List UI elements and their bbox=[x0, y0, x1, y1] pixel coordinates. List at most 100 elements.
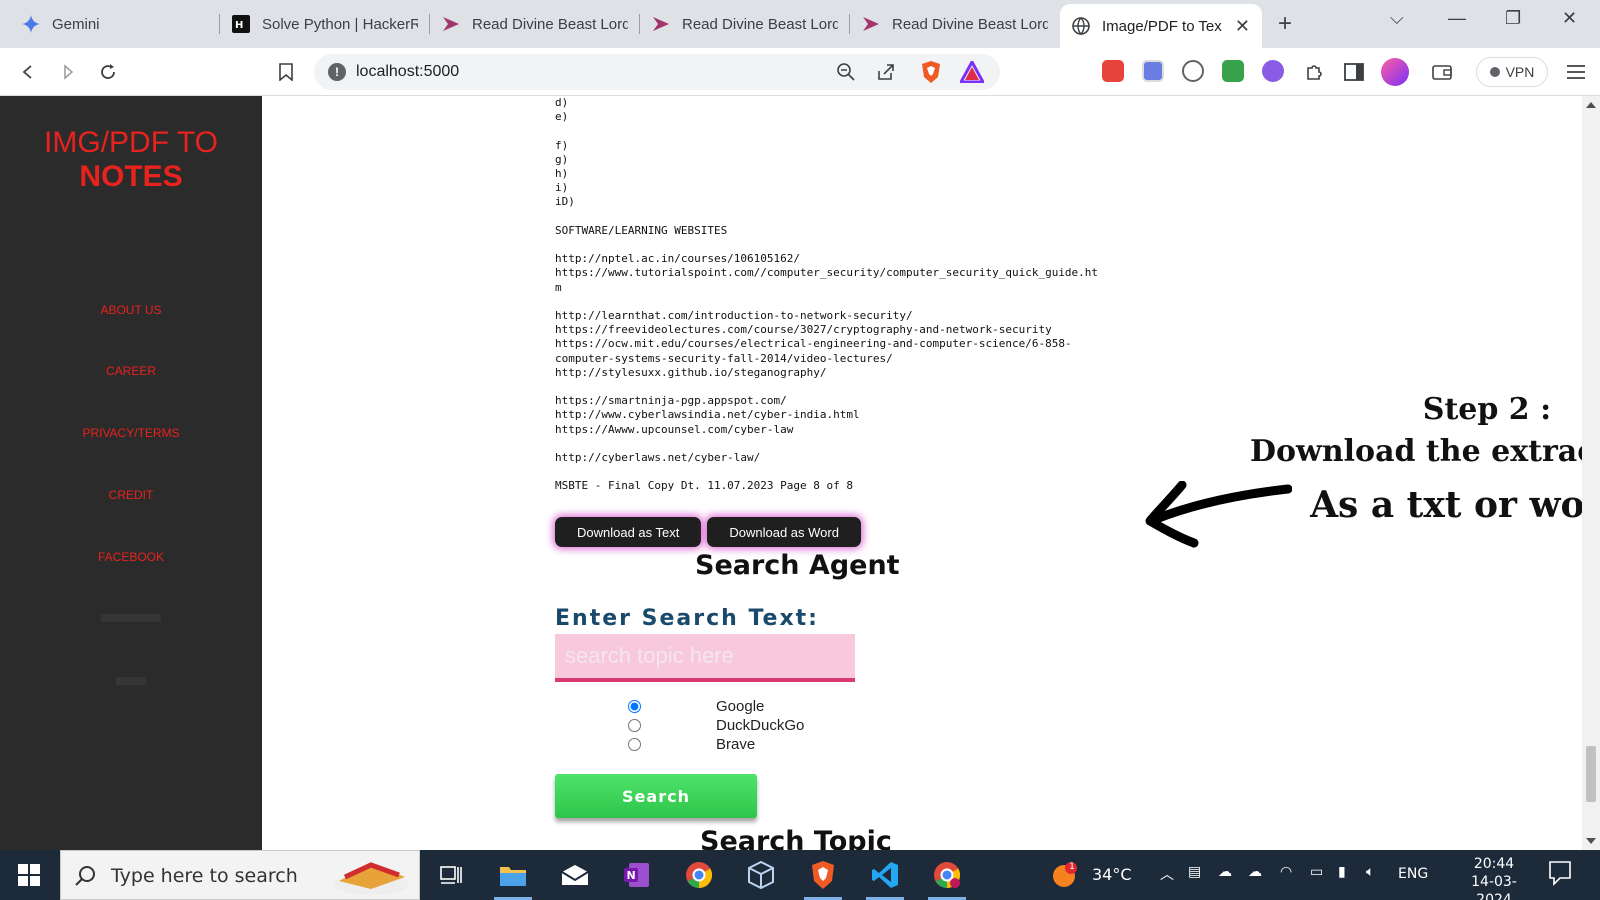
brand-line-1: IMG/PDF TO bbox=[44, 126, 218, 159]
extension-cloud-icon[interactable] bbox=[1182, 60, 1204, 82]
onedrive-cloud-icon[interactable]: ☁ bbox=[1218, 864, 1232, 880]
bookmark-button[interactable] bbox=[274, 60, 298, 84]
scroll-thumb[interactable] bbox=[1586, 746, 1596, 802]
search-agent-title: Search Agent bbox=[695, 550, 900, 581]
search-button[interactable]: Search bbox=[555, 774, 757, 818]
site-info-icon[interactable]: ! bbox=[328, 63, 346, 81]
weather-badge: 1 bbox=[1069, 862, 1075, 872]
download-buttons: Download as Text Download as Word bbox=[555, 517, 861, 547]
volume-icon[interactable]: 🔈︎ bbox=[1366, 864, 1374, 880]
sidebar-toggle-icon[interactable] bbox=[1342, 60, 1366, 84]
address-bar[interactable]: ! localhost:5000 bbox=[314, 54, 1000, 90]
engine-label: Google bbox=[716, 698, 765, 715]
bookmark-wing-icon bbox=[652, 15, 670, 33]
extension-green-icon[interactable] bbox=[1222, 60, 1244, 82]
tab-divine-beast-3[interactable]: Read Divine Beast Lord bbox=[850, 4, 1060, 44]
forward-button[interactable] bbox=[56, 60, 80, 84]
chrome-icon[interactable] bbox=[684, 860, 714, 890]
annotation-instruction: Download the extracted text bbox=[1250, 434, 1582, 469]
close-tab-icon[interactable]: ✕ bbox=[1235, 16, 1250, 37]
tab-label: Read Divine Beast Lord bbox=[682, 15, 838, 33]
nav-privacy-terms[interactable]: PRIVACY/TERMS bbox=[0, 426, 262, 440]
clock-time: 20:44 bbox=[1473, 856, 1515, 872]
tab-hackerrank[interactable]: H Solve Python | HackerR bbox=[220, 4, 430, 44]
tab-image-pdf-to-text[interactable]: Image/PDF to Tex ✕ bbox=[1060, 4, 1262, 48]
tab-divine-beast-2[interactable]: Read Divine Beast Lord bbox=[640, 4, 850, 44]
engine-option-brave[interactable]: Brave bbox=[628, 736, 755, 753]
engine-radio-brave[interactable] bbox=[628, 738, 641, 751]
engine-radio-duckduckgo[interactable] bbox=[628, 719, 641, 732]
brave-rewards-icon[interactable] bbox=[958, 58, 986, 88]
taskbar-search-box[interactable]: Type here to search bbox=[60, 850, 420, 900]
vscode-icon[interactable] bbox=[866, 860, 904, 900]
tray-app-icon[interactable]: ▤ bbox=[1188, 864, 1201, 880]
hackerrank-icon: H bbox=[232, 15, 250, 33]
engine-label: DuckDuckGo bbox=[716, 717, 805, 734]
engine-option-google[interactable]: Google bbox=[628, 698, 764, 715]
zoom-icon[interactable] bbox=[836, 62, 856, 87]
tab-label: Image/PDF to Tex bbox=[1102, 17, 1222, 35]
download-as-word-button[interactable]: Download as Word bbox=[707, 517, 861, 547]
nav-facebook[interactable]: FACEBOOK bbox=[0, 550, 262, 564]
page-scrollbar[interactable] bbox=[1582, 96, 1600, 850]
extension-red-icon[interactable] bbox=[1102, 60, 1124, 82]
battery-icon[interactable]: ▮ bbox=[1338, 864, 1346, 880]
notifications-icon[interactable] bbox=[1548, 860, 1572, 890]
site-logo[interactable]: IMG/PDF TO NOTES bbox=[0, 126, 262, 194]
extensions-puzzle-icon[interactable] bbox=[1302, 60, 1326, 84]
wifi-icon[interactable]: ◠ bbox=[1280, 864, 1292, 880]
chrome-profile-icon[interactable] bbox=[928, 860, 966, 900]
share-icon[interactable] bbox=[876, 62, 896, 87]
nav-hidden-link[interactable] bbox=[0, 674, 262, 686]
wallet-icon[interactable] bbox=[1430, 60, 1454, 84]
main-content: d) e) f) g) h) i) iD) SOFTWARE/LEARNING … bbox=[262, 96, 1582, 850]
clock[interactable]: 20:44 14-03-2024 bbox=[1454, 855, 1534, 900]
scroll-up-icon[interactable] bbox=[1586, 102, 1596, 108]
brand-line-2: NOTES bbox=[79, 160, 183, 193]
onenote-icon[interactable]: N bbox=[622, 860, 652, 890]
close-window-button[interactable]: ✕ bbox=[1562, 8, 1577, 29]
tab-gemini[interactable]: Gemini bbox=[10, 4, 220, 44]
engine-option-duckduckgo[interactable]: DuckDuckGo bbox=[628, 717, 804, 734]
task-view-icon[interactable] bbox=[436, 860, 466, 890]
weather-temperature[interactable]: 34°C bbox=[1092, 865, 1132, 884]
cloud-sync-icon[interactable]: ☁ bbox=[1248, 864, 1262, 880]
minimize-button[interactable]: — bbox=[1448, 8, 1466, 29]
profile-avatar-icon[interactable] bbox=[1381, 58, 1409, 86]
taskbar-search-placeholder: Type here to search bbox=[111, 865, 298, 887]
virtualbox-icon[interactable] bbox=[746, 860, 776, 890]
annotation-formats: As a txt or word file bbox=[1310, 484, 1582, 526]
back-button[interactable] bbox=[16, 60, 40, 84]
show-hidden-icons-chevron-icon[interactable]: ︿ bbox=[1160, 864, 1174, 884]
extension-brain-icon[interactable] bbox=[1262, 60, 1284, 82]
weather-icon[interactable]: 1 bbox=[1052, 862, 1078, 888]
browser-tab-strip: Gemini H Solve Python | HackerR Read Div… bbox=[0, 0, 1600, 48]
search-input[interactable] bbox=[555, 634, 855, 682]
browser-toolbar: ! localhost:5000 VPN bbox=[0, 48, 1600, 96]
scroll-down-icon[interactable] bbox=[1586, 838, 1596, 844]
pie-doodle-icon bbox=[333, 862, 409, 895]
tab-search-chevron-icon[interactable]: ⌵ bbox=[1390, 8, 1404, 29]
extension-blue-icon[interactable] bbox=[1142, 60, 1164, 82]
input-language[interactable]: ENG bbox=[1398, 866, 1428, 882]
tab-divine-beast-1[interactable]: Read Divine Beast Lord bbox=[430, 4, 640, 44]
new-tab-button[interactable]: + bbox=[1278, 10, 1292, 38]
nav-career[interactable]: CAREER bbox=[0, 364, 262, 378]
nav-hidden-link[interactable] bbox=[0, 611, 262, 623]
forward-icon bbox=[64, 64, 74, 80]
mail-icon[interactable] bbox=[560, 860, 590, 890]
brave-browser-icon[interactable] bbox=[804, 860, 842, 900]
device-icon[interactable]: ▭ bbox=[1310, 864, 1323, 880]
reload-button[interactable] bbox=[96, 60, 120, 84]
menu-icon[interactable] bbox=[1564, 60, 1588, 84]
vpn-button[interactable]: VPN bbox=[1476, 57, 1548, 87]
start-windows-icon[interactable] bbox=[14, 860, 44, 890]
nav-about-us[interactable]: ABOUT US bbox=[0, 303, 262, 317]
nav-credit[interactable]: CREDIT bbox=[0, 488, 262, 502]
file-explorer-icon[interactable] bbox=[494, 860, 532, 900]
download-as-text-button[interactable]: Download as Text bbox=[555, 517, 702, 547]
engine-radio-google[interactable] bbox=[628, 700, 641, 713]
gemini-icon bbox=[22, 15, 40, 33]
restore-button[interactable]: ❐ bbox=[1505, 8, 1521, 29]
brave-shield-icon[interactable] bbox=[920, 60, 942, 89]
